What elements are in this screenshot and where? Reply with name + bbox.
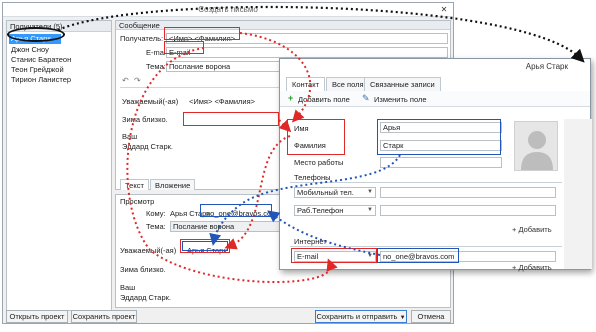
tab-attachment[interactable]: Вложение: [150, 179, 196, 190]
side-panel: [564, 119, 592, 269]
recipient-item[interactable]: Тирион Ланистер: [11, 75, 71, 84]
save-and-send-label: Сохранить и отправить: [316, 312, 398, 321]
edit-field-button[interactable]: Изменить поле: [374, 95, 427, 104]
body-sign1: Ваш: [122, 132, 138, 141]
name-labels-highlight: [287, 119, 345, 155]
add-phone-label: Добавить: [518, 225, 552, 234]
chevron-down-icon: ▼: [399, 315, 406, 321]
preview-to-label: Кому:: [146, 209, 166, 218]
save-project-button[interactable]: Сохранить проект: [71, 310, 137, 323]
body-name-placeholder: <Имя> <Фамилия>: [189, 97, 256, 106]
subject-value: Послание ворона: [169, 62, 231, 71]
undo-icon[interactable]: ↶: [122, 76, 129, 85]
add-internet-label: Добавить: [518, 263, 552, 272]
preview-name-highlight-blue: [182, 241, 228, 251]
add-internet-button[interactable]: + Добавить: [512, 263, 552, 272]
workplace-field[interactable]: [380, 157, 502, 168]
contact-toolbar: + Добавить поле ✎ Изменить поле: [280, 91, 590, 107]
person-silhouette-icon: [521, 131, 553, 170]
contact-title: Арья Старк: [525, 62, 568, 71]
phone2-type: Раб.Телефон: [297, 206, 344, 215]
phone2-type-select[interactable]: Раб.Телефон ▼: [294, 205, 376, 216]
recipient-item[interactable]: Джон Сноу: [11, 45, 49, 54]
tab-related-records[interactable]: Связанные записи: [364, 77, 441, 91]
recipients-panel: Получатели (5) Арья Старк Джон Сноу Стан…: [6, 20, 112, 311]
close-icon[interactable]: ✕: [437, 4, 451, 15]
avatar[interactable]: [514, 121, 558, 171]
save-and-send-button[interactable]: Сохранить и отправить ▼: [315, 310, 407, 323]
recipient-item[interactable]: Станис Баратеон: [11, 55, 71, 64]
redo-icon[interactable]: ↷: [134, 76, 141, 85]
email-value-highlight: [164, 41, 204, 54]
preview-section-title: Просмотр: [120, 197, 155, 206]
body-greeting: Уважаемый(-ая): [122, 97, 179, 106]
phone1-type-select[interactable]: Мобильный тел. ▼: [294, 187, 376, 198]
phones-header: Телефоны: [290, 173, 562, 183]
email-field[interactable]: E-mail: [166, 47, 448, 58]
compose-titlebar: Создать письмо ✕: [3, 3, 453, 17]
email-address-highlight: [377, 248, 459, 263]
tab-all-fields[interactable]: Все поля: [326, 77, 370, 91]
plus-icon: +: [288, 93, 294, 103]
cancel-button[interactable]: Отмена: [411, 310, 451, 323]
to-value-highlight: [164, 27, 240, 40]
internet-header-label: Интернет: [294, 237, 327, 246]
preview-sign2: Эддард Старк.: [120, 293, 171, 302]
open-project-button[interactable]: Открыть проект: [6, 310, 68, 323]
preview-email-highlight: [200, 204, 272, 217]
selected-recipient-ellipse: [7, 27, 65, 42]
contact-window: Арья Старк Контакт Все поля Связанные за…: [279, 58, 592, 272]
name-values-highlight: [377, 119, 501, 155]
body-line2: Зима близко.: [122, 115, 168, 124]
recipient-item[interactable]: Теон Грейджой: [11, 65, 64, 74]
pencil-icon: ✎: [362, 93, 370, 103]
tab-contact[interactable]: Контакт: [286, 77, 326, 91]
phone1-field[interactable]: [380, 187, 556, 198]
phone1-type: Мобильный тел.: [297, 188, 354, 197]
tab-text[interactable]: Текст: [120, 179, 149, 190]
internet-header: Интернет: [290, 237, 562, 247]
window-title: Создать письмо: [198, 5, 258, 14]
message-section-title: Сообщение: [119, 21, 160, 30]
preview-line2: Зима близко.: [120, 265, 166, 274]
chevron-down-icon: ▼: [367, 207, 373, 213]
preview-greeting: Уважаемый(-ая): [120, 246, 177, 255]
body-sign2: Эддард Старк.: [122, 142, 173, 151]
subject-label: Тема:: [146, 62, 166, 71]
to-label: Получатель:: [120, 34, 164, 43]
add-phone-button[interactable]: + Добавить: [512, 225, 552, 234]
workplace-label: Место работы: [294, 158, 344, 167]
preview-subject-value: Послание ворона: [173, 222, 235, 231]
preview-subject-label: Тема:: [146, 222, 166, 231]
phones-header-label: Телефоны: [294, 173, 331, 182]
add-field-button[interactable]: Добавить поле: [298, 95, 350, 104]
body-placeholder-highlight: [183, 112, 279, 126]
email-type-highlight: [291, 248, 377, 263]
phone2-field[interactable]: [380, 205, 556, 216]
chevron-down-icon: ▼: [367, 189, 373, 195]
preview-sign1: Ваш: [120, 283, 136, 292]
contact-titlebar: Арья Старк: [280, 59, 590, 75]
